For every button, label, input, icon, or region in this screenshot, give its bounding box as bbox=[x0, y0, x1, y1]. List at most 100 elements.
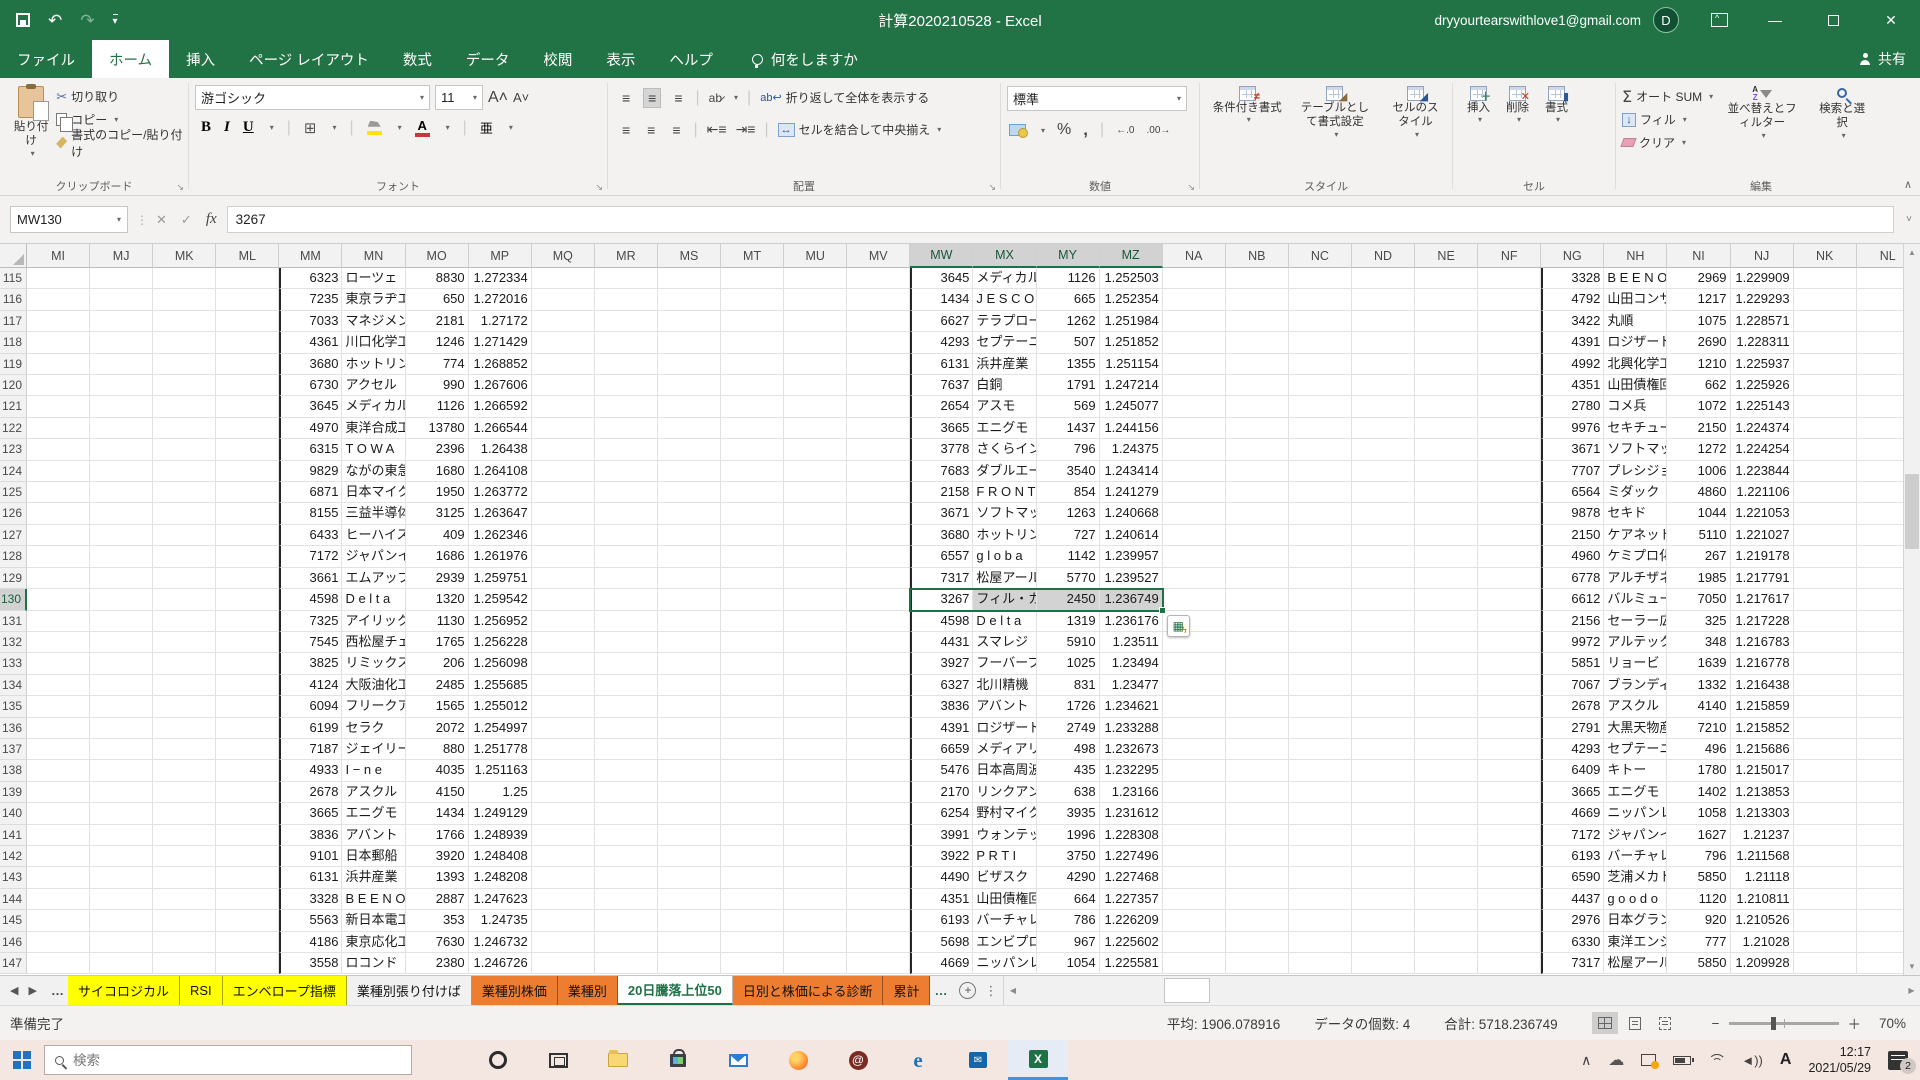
cell-MP129[interactable]: 1.259751 bbox=[469, 568, 532, 589]
cell-MX121[interactable]: アスモ bbox=[973, 396, 1036, 417]
tab-help[interactable]: ヘルプ bbox=[652, 40, 730, 78]
cell-MP124[interactable]: 1.264108 bbox=[469, 461, 532, 482]
cell-NH142[interactable]: バーチャレ bbox=[1604, 846, 1667, 867]
cell-MU129[interactable] bbox=[784, 568, 847, 589]
cell-NG125[interactable]: 6564 bbox=[1541, 482, 1604, 503]
cell-MR129[interactable] bbox=[595, 568, 658, 589]
cell-NB124[interactable] bbox=[1226, 461, 1289, 482]
cell-MV126[interactable] bbox=[847, 503, 910, 524]
cell-MO120[interactable]: 990 bbox=[406, 375, 469, 396]
row-header-127[interactable]: 127 bbox=[0, 525, 27, 546]
zoom-in-icon[interactable]: ＋ bbox=[1848, 1013, 1862, 1033]
cell-MS132[interactable] bbox=[658, 632, 721, 653]
cell-MS130[interactable] bbox=[658, 589, 721, 610]
cell-MJ129[interactable] bbox=[90, 568, 153, 589]
cell-NE146[interactable] bbox=[1415, 932, 1478, 953]
cell-ND143[interactable] bbox=[1352, 867, 1415, 888]
cell-NJ146[interactable]: 1.21028 bbox=[1731, 932, 1794, 953]
cell-NK117[interactable] bbox=[1794, 311, 1857, 332]
cell-MX117[interactable]: テラプロー bbox=[973, 311, 1036, 332]
row-header-119[interactable]: 119 bbox=[0, 354, 27, 375]
cell-NF142[interactable] bbox=[1478, 846, 1541, 867]
cell-NI138[interactable]: 1780 bbox=[1667, 760, 1730, 781]
cell-ML142[interactable] bbox=[216, 846, 279, 867]
tell-me-box[interactable]: 何をしますか bbox=[752, 40, 858, 78]
cell-ND132[interactable] bbox=[1352, 632, 1415, 653]
sheet-tab-日別と株価による診断[interactable]: 日別と株価による診断 bbox=[733, 976, 884, 1005]
cell-MS143[interactable] bbox=[658, 867, 721, 888]
cell-ND122[interactable] bbox=[1352, 418, 1415, 439]
expand-formula-bar-icon[interactable]: ˅ bbox=[1898, 214, 1920, 225]
battery-icon[interactable] bbox=[1673, 1056, 1691, 1065]
cell-NC137[interactable] bbox=[1289, 739, 1352, 760]
cell-MX131[interactable]: D e l t a bbox=[973, 611, 1036, 632]
cell-NA115[interactable] bbox=[1163, 268, 1226, 289]
cell-MS115[interactable] bbox=[658, 268, 721, 289]
cell-MU116[interactable] bbox=[784, 289, 847, 310]
cell-MW146[interactable]: 5698 bbox=[910, 932, 973, 953]
cell-NB144[interactable] bbox=[1226, 889, 1289, 910]
cell-MW140[interactable]: 6254 bbox=[910, 803, 973, 824]
cell-NG144[interactable]: 4437 bbox=[1541, 889, 1604, 910]
cell-MV143[interactable] bbox=[847, 867, 910, 888]
cell-NC128[interactable] bbox=[1289, 546, 1352, 567]
cell-MK136[interactable] bbox=[153, 718, 216, 739]
cell-MJ120[interactable] bbox=[90, 375, 153, 396]
cell-MN136[interactable]: セラク bbox=[342, 718, 405, 739]
cell-MN119[interactable]: ホットリン bbox=[342, 354, 405, 375]
cell-NG122[interactable]: 9976 bbox=[1541, 418, 1604, 439]
cell-MU132[interactable] bbox=[784, 632, 847, 653]
cell-MT130[interactable] bbox=[721, 589, 784, 610]
cell-NB141[interactable] bbox=[1226, 825, 1289, 846]
dialog-launcher-icon[interactable]: ↘ bbox=[1187, 182, 1195, 193]
cell-NF140[interactable] bbox=[1478, 803, 1541, 824]
cell-MM129[interactable]: 3661 bbox=[279, 568, 342, 589]
cell-NG118[interactable]: 4391 bbox=[1541, 332, 1604, 353]
cell-NF125[interactable] bbox=[1478, 482, 1541, 503]
cell-MR132[interactable] bbox=[595, 632, 658, 653]
fill-color-button[interactable] bbox=[367, 121, 382, 135]
cell-NF138[interactable] bbox=[1478, 760, 1541, 781]
cell-NF135[interactable] bbox=[1478, 696, 1541, 717]
row-header-130[interactable]: 130 bbox=[0, 589, 27, 610]
horizontal-scroll-thumb[interactable] bbox=[1164, 978, 1210, 1003]
cell-MN131[interactable]: アイリック bbox=[342, 611, 405, 632]
cell-NK147[interactable] bbox=[1794, 953, 1857, 974]
cell-NA147[interactable] bbox=[1163, 953, 1226, 974]
accounting-format-icon[interactable] bbox=[1009, 124, 1026, 136]
sort-filter-button[interactable]: AZ 並べ替えとフィルター▾ bbox=[1723, 83, 1801, 177]
cell-MS144[interactable] bbox=[658, 889, 721, 910]
cell-MO142[interactable]: 3920 bbox=[406, 846, 469, 867]
cell-MK121[interactable] bbox=[153, 396, 216, 417]
cell-MM147[interactable]: 3558 bbox=[279, 953, 342, 974]
cell-NB123[interactable] bbox=[1226, 439, 1289, 460]
cell-NF129[interactable] bbox=[1478, 568, 1541, 589]
cell-NE125[interactable] bbox=[1415, 482, 1478, 503]
cell-NH127[interactable]: ケアネット bbox=[1604, 525, 1667, 546]
col-header-MX[interactable]: MX bbox=[973, 244, 1036, 268]
cell-ML127[interactable] bbox=[216, 525, 279, 546]
cell-MI140[interactable] bbox=[27, 803, 90, 824]
cell-MT132[interactable] bbox=[721, 632, 784, 653]
cell-NH123[interactable]: ソフトマッ bbox=[1604, 439, 1667, 460]
cell-MJ145[interactable] bbox=[90, 910, 153, 931]
cell-MR124[interactable] bbox=[595, 461, 658, 482]
cell-NG133[interactable]: 5851 bbox=[1541, 653, 1604, 674]
cell-MS147[interactable] bbox=[658, 953, 721, 974]
cell-NC140[interactable] bbox=[1289, 803, 1352, 824]
cell-NE144[interactable] bbox=[1415, 889, 1478, 910]
cell-NJ140[interactable]: 1.213303 bbox=[1731, 803, 1794, 824]
cell-NB126[interactable] bbox=[1226, 503, 1289, 524]
cell-MX144[interactable]: 山田債権回 bbox=[973, 889, 1036, 910]
cell-NA135[interactable] bbox=[1163, 696, 1226, 717]
new-sheet-button[interactable]: + bbox=[959, 982, 976, 999]
row-header-144[interactable]: 144 bbox=[0, 889, 27, 910]
cell-MK134[interactable] bbox=[153, 675, 216, 696]
cell-MS119[interactable] bbox=[658, 354, 721, 375]
cell-MJ141[interactable] bbox=[90, 825, 153, 846]
cell-NK143[interactable] bbox=[1794, 867, 1857, 888]
vertical-scrollbar[interactable]: ▲ ▼ bbox=[1903, 244, 1920, 975]
cell-MR126[interactable] bbox=[595, 503, 658, 524]
cell-MT134[interactable] bbox=[721, 675, 784, 696]
cell-MO115[interactable]: 8830 bbox=[406, 268, 469, 289]
